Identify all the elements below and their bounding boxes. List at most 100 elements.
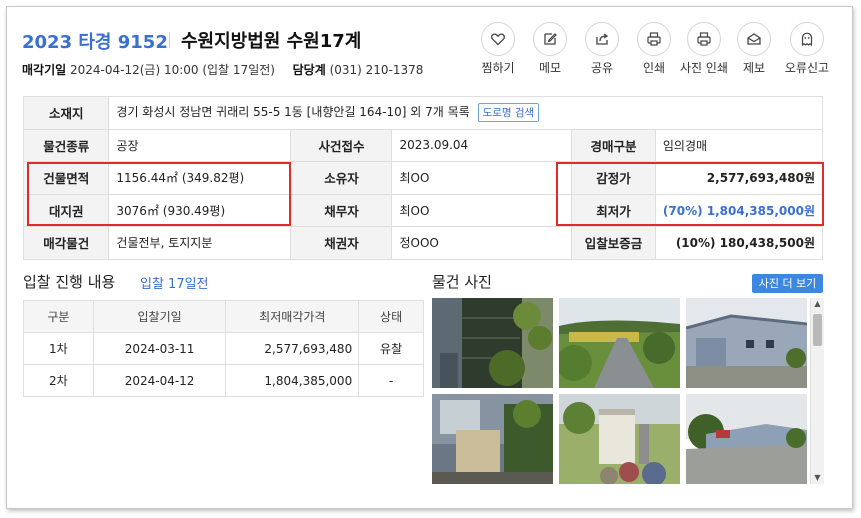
bid-progress-title: 입찰 진행 내용 [23, 273, 116, 291]
sale-item-label: 매각물건 [22, 226, 110, 260]
location-label: 소재지 [22, 96, 110, 130]
deposit-value: (10%) 180,438,500원 [654, 226, 824, 260]
table-row: 매각물건 건물전부, 토지지분 채권자 정OOO 입찰보증금 (10%) 180… [22, 226, 824, 260]
action-bar: 찜하기 메모 공유 인쇄 사진 인쇄 제보 오류신고 [470, 22, 840, 82]
title-divider [169, 32, 170, 48]
property-photo-4[interactable] [432, 394, 553, 484]
sale-type-value: 임의경매 [654, 128, 824, 162]
round-cell: 2차 [23, 364, 94, 397]
print-icon [647, 32, 661, 46]
error-report-label: 오류신고 [784, 61, 830, 75]
sale-type-label: 경매구분 [571, 128, 656, 162]
property-photo-2[interactable] [559, 298, 680, 388]
scroll-down-arrow-icon[interactable]: ▼ [811, 472, 824, 484]
photo-4-image [432, 394, 553, 484]
memo-button[interactable]: 메모 [522, 22, 578, 76]
report-label: 제보 [742, 61, 766, 75]
table-row: 1차 2024-03-11 2,577,693,480 유찰 [23, 332, 424, 365]
debtor-value: 최OO [391, 193, 573, 227]
dept-phone: (031) 210-1378 [329, 63, 424, 77]
building-area-value: 1156.44㎡ (349.82평) [108, 161, 292, 195]
favorite-label: 찜하기 [481, 61, 515, 75]
share-icon [596, 33, 609, 45]
table-row: 소재지 경기 화성시 정남면 귀래리 55-5 1동 [내향안길 164-10]… [22, 96, 823, 130]
dept-label: 담당계 [292, 63, 326, 77]
building-area-label: 건물면적 [22, 161, 110, 195]
creditor-label: 채권자 [290, 226, 393, 260]
location-cell: 경기 화성시 정남면 귀래리 55-5 1동 [내향안길 164-10] 외 7… [108, 96, 823, 130]
bid-date-cell: 2024-04-12 [92, 364, 227, 397]
bid-date-cell: 2024-03-11 [92, 332, 227, 365]
more-photos-button[interactable]: 사진 더 보기 [752, 274, 823, 293]
report-button[interactable]: 제보 [726, 22, 782, 76]
location-value: 경기 화성시 정남면 귀래리 55-5 1동 [내향안길 164-10] 외 7… [116, 105, 470, 120]
case-number: 2023 타경 9152 [22, 32, 168, 53]
error-report-button[interactable]: 오류신고 [779, 22, 835, 76]
property-photo-1[interactable] [432, 298, 553, 388]
col-status: 상태 [358, 300, 424, 333]
photo-gallery [432, 298, 810, 484]
bid-countdown-link[interactable]: 입찰 17일전 [140, 273, 209, 292]
type-value: 공장 [108, 128, 292, 162]
appraisal-label: 감정가 [571, 161, 656, 195]
table-row: 건물면적 1156.44㎡ (349.82평) 소유자 최OO 감정가 2,57… [22, 161, 824, 195]
land-label: 대지권 [22, 193, 110, 227]
min-price-label: 최저가 [571, 193, 656, 227]
sale-date-value: 2024-04-12(금) 10:00 (입찰 17일전) [70, 63, 275, 77]
favorite-button[interactable]: 찜하기 [470, 22, 526, 76]
property-photo-3[interactable] [686, 298, 807, 388]
sale-date-label: 매각기일 [22, 63, 67, 77]
bid-history-table: 구분 입찰기일 최저매각가격 상태 1차 2024-03-11 2,577,69… [23, 300, 424, 397]
photo-scrollbar[interactable]: ▲ ▼ [810, 298, 824, 484]
type-label: 물건종류 [22, 128, 110, 162]
table-header-row: 구분 입찰기일 최저매각가격 상태 [23, 300, 424, 333]
photo-1-image [432, 298, 553, 388]
owner-label: 소유자 [290, 161, 393, 195]
col-min-price: 최저매각가격 [225, 300, 360, 333]
scroll-up-arrow-icon[interactable]: ▲ [811, 298, 824, 310]
received-label: 사건접수 [290, 128, 393, 162]
min-price-value: (70%) 1,804,385,000원 [654, 193, 824, 227]
creditor-value: 정OOO [391, 226, 573, 260]
photo-print-label: 사진 인쇄 [680, 61, 728, 75]
error-report-icon [801, 32, 813, 47]
memo-icon [544, 33, 557, 45]
scroll-thumb[interactable] [813, 314, 822, 346]
photo-6-image [686, 394, 807, 484]
property-photo-6[interactable] [686, 394, 807, 484]
deposit-label: 입찰보증금 [571, 226, 656, 260]
col-round: 구분 [23, 300, 94, 333]
photo-print-icon [697, 32, 711, 46]
share-button[interactable]: 공유 [574, 22, 630, 76]
status-cell: - [358, 364, 424, 397]
table-row: 2차 2024-04-12 1,804,385,000 - [23, 364, 424, 397]
photo-2-image [559, 298, 680, 388]
appraisal-value: 2,577,693,480원 [654, 161, 824, 195]
min-price-cell: 1,804,385,000 [225, 364, 360, 397]
debtor-label: 채무자 [290, 193, 393, 227]
owner-value: 최OO [391, 161, 573, 195]
round-cell: 1차 [23, 332, 94, 365]
photos-title: 물건 사진 [432, 273, 492, 291]
photo-5-image [559, 394, 680, 484]
road-name-search-button[interactable]: 도로명 검색 [477, 103, 540, 123]
min-price-cell: 2,577,693,480 [225, 332, 360, 365]
land-value: 3076㎡ (930.49평) [108, 193, 292, 227]
photo-3-image [686, 298, 807, 388]
sale-meta: 매각기일 2024-04-12(금) 10:00 (입찰 17일전) 담당계 (… [22, 61, 423, 78]
photo-print-button[interactable]: 사진 인쇄 [676, 22, 732, 76]
col-bid-date: 입찰기일 [92, 300, 227, 333]
report-icon [747, 33, 761, 45]
sale-item-value: 건물전부, 토지지분 [108, 226, 292, 260]
table-row: 물건종류 공장 사건접수 2023.09.04 경매구분 임의경매 [22, 128, 824, 162]
share-label: 공유 [590, 61, 614, 75]
table-row: 대지권 3076㎡ (930.49평) 채무자 최OO 최저가 (70%) 1,… [22, 193, 824, 227]
print-button[interactable]: 인쇄 [626, 22, 682, 76]
heart-icon [491, 33, 505, 46]
print-label: 인쇄 [642, 61, 666, 75]
memo-label: 메모 [538, 61, 562, 75]
property-photo-5[interactable] [559, 394, 680, 484]
status-cell: 유찰 [358, 332, 424, 365]
received-value: 2023.09.04 [391, 128, 573, 162]
court-title: 수원지방법원 수원17계 [181, 31, 362, 52]
